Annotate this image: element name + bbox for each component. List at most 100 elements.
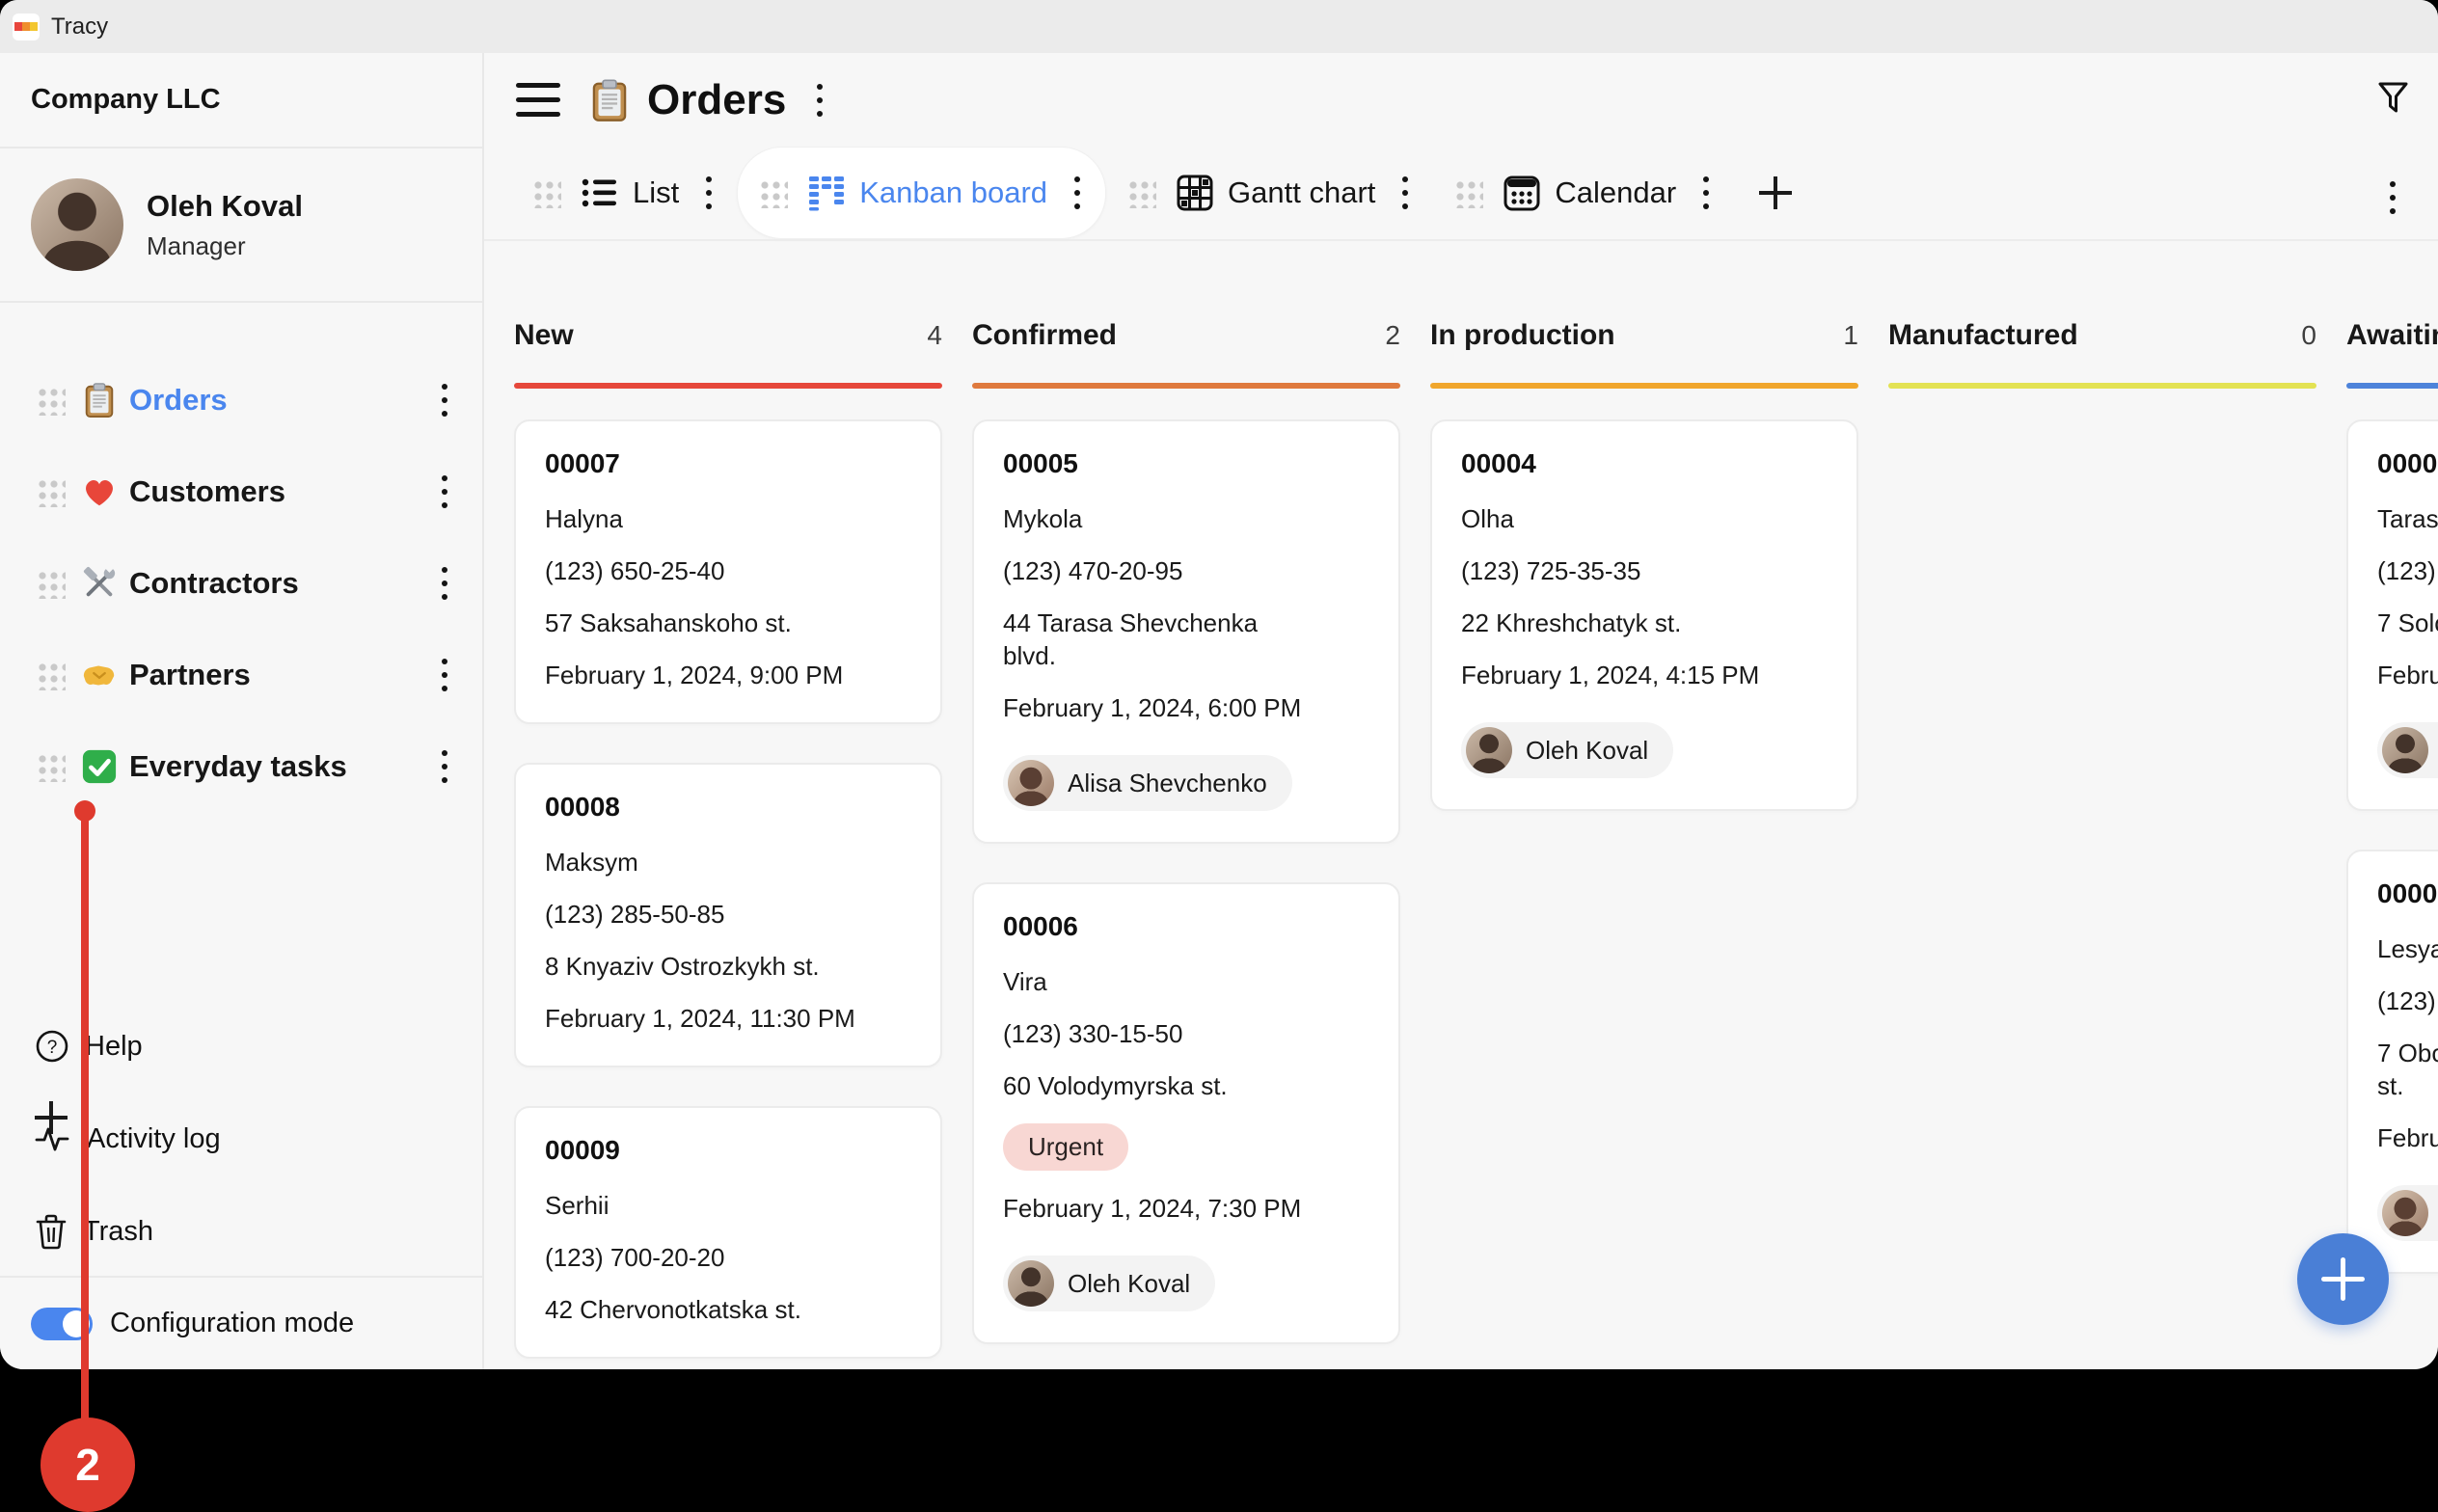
user-avatar: [31, 178, 123, 271]
tab-kanban-board[interactable]: Kanban board: [737, 147, 1106, 239]
tab-menu-icon[interactable]: [1697, 171, 1715, 215]
calendar-view-icon: [1503, 174, 1541, 212]
sidebar-item-everyday-tasks[interactable]: Everyday tasks: [0, 720, 482, 812]
order-card[interactable]: 0000 Lesya (123) 7 7 Obo st. Febru A: [2346, 850, 2438, 1274]
trash-button[interactable]: Trash: [0, 1185, 482, 1278]
customer-name: Serhii: [545, 1189, 911, 1222]
customer-name: Taras: [2377, 502, 2438, 535]
tabbar-menu-icon[interactable]: [2384, 176, 2401, 220]
drag-handle-icon[interactable]: [35, 568, 66, 599]
phone: (123) 330-15-50: [1003, 1017, 1369, 1050]
column-color-bar: [1888, 383, 2316, 389]
customer-name: Olha: [1461, 502, 1828, 535]
filter-icon[interactable]: [2374, 80, 2413, 121]
list-view-icon: [581, 174, 619, 212]
assignee-name: Alisa Shevchenko: [1068, 769, 1267, 798]
clipboard-icon: [587, 78, 632, 122]
column-title: In production: [1430, 319, 1615, 352]
tab-label: Kanban board: [859, 176, 1047, 210]
tab-menu-icon[interactable]: [1396, 171, 1414, 215]
column-awaiting: Awaiting 0000 Taras (123) 2 7 Solo Febru…: [2346, 294, 2438, 1274]
order-card[interactable]: 00004 Olha (123) 725-35-35 22 Khreshchat…: [1430, 419, 1858, 811]
phone: (123) 650-25-40: [545, 554, 911, 587]
address: 42 Chervonotkatska st.: [545, 1293, 911, 1326]
column-title: New: [514, 319, 574, 352]
user-profile[interactable]: Oleh Koval Manager: [0, 148, 482, 303]
page-menu-icon[interactable]: [811, 78, 828, 122]
drag-handle-icon[interactable]: [35, 476, 66, 507]
help-label: Help: [85, 1031, 143, 1063]
datetime: February 1, 2024, 4:15 PM: [1461, 659, 1828, 691]
sidebar-item-contractors[interactable]: Contractors: [0, 537, 482, 629]
app-name: Tracy: [51, 14, 108, 40]
drag-handle-icon[interactable]: [35, 660, 66, 690]
column-title: Awaiting: [2346, 319, 2438, 352]
sidebar-item-orders[interactable]: Orders: [0, 354, 482, 446]
main-area: Orders List Kanban board Gantt chart: [484, 53, 2438, 1369]
drag-handle-icon[interactable]: [1125, 177, 1156, 208]
column-manufactured: Manufactured 0: [1888, 294, 2316, 419]
column-count: 2: [1385, 320, 1400, 351]
view-tabs: List Kanban board Gantt chart Calendar: [484, 147, 2438, 239]
sidebar-item-label: Partners: [129, 658, 251, 692]
phone: (123) 700-20-20: [545, 1241, 911, 1274]
sidebar-item-label: Orders: [129, 383, 228, 418]
order-card[interactable]: 00007 Halyna (123) 650-25-40 57 Saksahan…: [514, 419, 942, 724]
sidebar-item-customers[interactable]: Customers: [0, 446, 482, 537]
tab-list[interactable]: List: [511, 148, 737, 238]
activity-log-button[interactable]: Activity log: [0, 1093, 482, 1185]
address: 7 Obo st.: [2377, 1037, 2438, 1102]
add-view-button[interactable]: [1759, 176, 1792, 209]
hamburger-menu-icon[interactable]: [516, 83, 560, 117]
column-count: 0: [2301, 320, 2316, 351]
column-color-bar: [1430, 383, 1858, 389]
drag-handle-icon[interactable]: [530, 177, 561, 208]
order-card[interactable]: 00005 Mykola (123) 470-20-95 44 Tarasa S…: [972, 419, 1400, 844]
annotation-step-badge: 2: [41, 1418, 135, 1512]
assignee-avatar: [2382, 727, 2428, 773]
order-card[interactable]: 00006 Vira (123) 330-15-50 60 Volodymyrs…: [972, 882, 1400, 1344]
column-color-bar: [514, 383, 942, 389]
tab-menu-icon[interactable]: [1069, 171, 1086, 215]
drag-handle-icon[interactable]: [757, 177, 788, 208]
address: 60 Volodymyrska st.: [1003, 1069, 1369, 1102]
item-menu-icon[interactable]: [436, 378, 453, 422]
drag-handle-icon[interactable]: [1452, 177, 1483, 208]
help-button[interactable]: ? Help: [0, 1000, 482, 1093]
phone: (123) 2: [2377, 554, 2438, 587]
kanban-board: New 4 00007 Halyna (123) 650-25-40 57 Sa…: [484, 294, 2438, 1369]
add-order-fab[interactable]: [2297, 1233, 2389, 1325]
item-menu-icon[interactable]: [436, 470, 453, 514]
tab-calendar[interactable]: Calendar: [1433, 148, 1734, 238]
urgent-badge: Urgent: [1003, 1123, 1128, 1171]
heart-icon: [81, 473, 118, 510]
check-icon: [81, 748, 118, 785]
sidebar-item-partners[interactable]: Partners: [0, 629, 482, 720]
address: 44 Tarasa Shevchenka blvd.: [1003, 607, 1369, 672]
order-card[interactable]: 0000 Taras (123) 2 7 Solo Febru O: [2346, 419, 2438, 811]
assignee-name: Oleh Koval: [1526, 736, 1648, 766]
drag-handle-icon[interactable]: [35, 385, 66, 416]
user-role: Manager: [147, 231, 303, 261]
datetime: February 1, 2024, 6:00 PM: [1003, 691, 1369, 724]
sidebar-item-label: Contractors: [129, 566, 299, 601]
order-card[interactable]: 00009 Serhii (123) 700-20-20 42 Chervono…: [514, 1106, 942, 1359]
tab-gantt-chart[interactable]: Gantt chart: [1106, 148, 1433, 238]
item-menu-icon[interactable]: [436, 561, 453, 606]
order-id: 00008: [545, 792, 911, 823]
column-color-bar: [972, 383, 1400, 389]
tab-menu-icon[interactable]: [700, 171, 718, 215]
divider: [484, 239, 2438, 241]
configuration-mode-row: Configuration mode: [0, 1276, 482, 1369]
annotation-line: [81, 810, 89, 1419]
assignee-chip: Oleh Koval: [1461, 722, 1673, 778]
column-title: Confirmed: [972, 319, 1117, 352]
app-logo-icon: [13, 14, 40, 40]
item-menu-icon[interactable]: [436, 744, 453, 789]
order-card[interactable]: 00008 Maksym (123) 285-50-85 8 Knyaziv O…: [514, 763, 942, 1067]
datetime: February 1, 2024, 11:30 PM: [545, 1002, 911, 1035]
item-menu-icon[interactable]: [436, 653, 453, 697]
gantt-view-icon: [1176, 174, 1214, 212]
drag-handle-icon[interactable]: [35, 751, 66, 782]
order-id: 00009: [545, 1135, 911, 1166]
